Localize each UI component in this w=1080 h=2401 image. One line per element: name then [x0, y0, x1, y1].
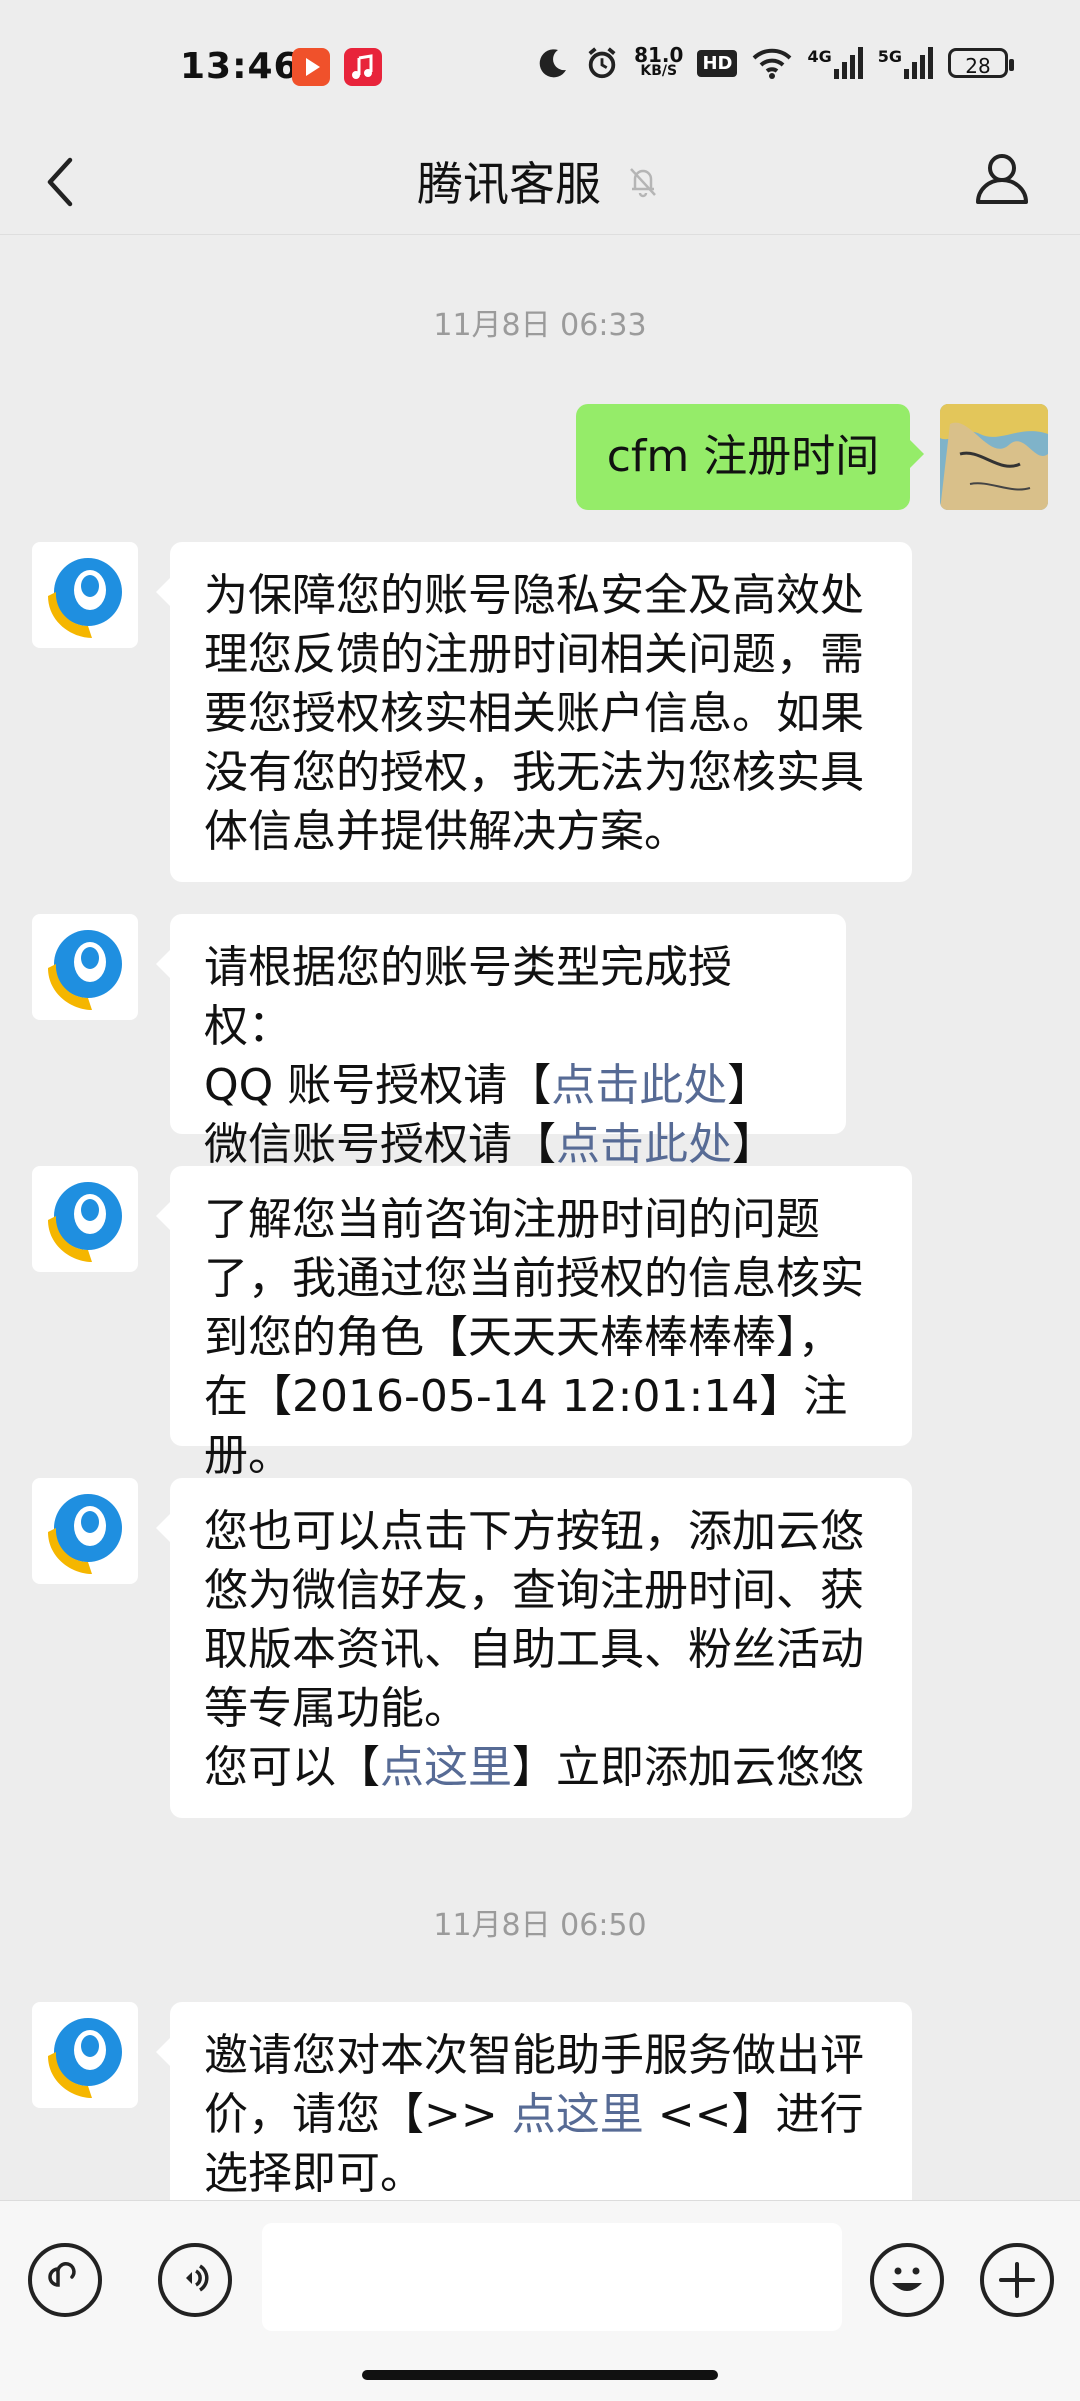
emoji-button[interactable]	[870, 2243, 944, 2317]
timestamp: 11月8日 06:33	[433, 308, 647, 343]
profile-icon[interactable]	[970, 146, 1034, 210]
battery-icon: 28	[948, 48, 1014, 78]
bot-message[interactable]: 为保障您的账号隐私安全及高效处理您反馈的注册时间相关问题，需要您授权核实相关账户…	[156, 542, 912, 882]
qq-auth-prefix: QQ 账号授权请【	[204, 1060, 552, 1111]
add-friend-line: 您可以【点这里】立即添加云悠悠	[204, 1738, 878, 1797]
plus-icon	[999, 2262, 1035, 2298]
hd-badge: HD	[697, 49, 738, 77]
wechat-auth-prefix: 微信账号授权请【	[204, 1119, 556, 1170]
music-app-icon	[344, 48, 382, 86]
net-speed: 81.0 KB/S	[634, 43, 684, 79]
signal-bars-icon	[904, 47, 933, 79]
status-bar: 13:46 81.0 KB/S HD 4G 5G 28	[0, 0, 1080, 130]
add-friend-body: 您也可以点击下方按钮，添加云悠悠为微信好友，查询注册时间、获取版本资讯、自助工具…	[204, 1506, 864, 1734]
wechat-auth-link[interactable]: 点击此处	[556, 1119, 732, 1170]
chat-title: 腾讯客服	[417, 157, 601, 211]
add-friend-link[interactable]: 点这里	[380, 1742, 512, 1793]
mute-bell-icon	[630, 168, 656, 198]
auth-instruction: 请根据您的账号类型完成授权：	[204, 942, 732, 1052]
bot-avatar[interactable]	[32, 542, 138, 648]
bot-message-add-friend[interactable]: 您也可以点击下方按钮，添加云悠悠为微信好友，查询注册时间、获取版本资讯、自助工具…	[156, 1478, 912, 1818]
wifi-icon	[753, 48, 792, 79]
battery-level: 28	[965, 54, 991, 78]
more-button[interactable]	[980, 2243, 1054, 2317]
timestamp: 11月8日 06:50	[433, 1908, 647, 1943]
mini-program-icon	[48, 2262, 76, 2287]
video-app-icon	[292, 48, 330, 86]
signal-5g: 5G	[878, 47, 934, 79]
qq-auth-suffix: 】	[727, 1060, 772, 1111]
status-icons: 81.0 KB/S HD 4G 5G 28	[536, 43, 1014, 80]
voice-button[interactable]	[158, 2243, 232, 2317]
mini-program-button[interactable]	[28, 2243, 102, 2317]
qq-bot-logo-icon	[48, 1494, 122, 1574]
home-indicator[interactable]	[362, 2370, 718, 2380]
bot-avatar[interactable]	[32, 1478, 138, 1584]
qq-auth-line: QQ 账号授权请【点击此处】	[204, 1056, 812, 1115]
bot-message-register-time[interactable]: 了解您当前咨询注册时间的问题了，我通过您当前授权的信息核实到您的角色【天天天棒棒…	[156, 1166, 912, 1481]
add-friend-suffix: 】立即添加云悠悠	[512, 1742, 864, 1793]
alarm-icon	[588, 47, 616, 79]
bot-avatar[interactable]	[32, 2002, 138, 2108]
signal-5g-label: 5G	[877, 47, 902, 66]
chat-title-area: 腾讯客服	[0, 148, 1080, 214]
bot-avatar[interactable]	[32, 914, 138, 1020]
qq-bot-logo-icon	[48, 930, 122, 1010]
rating-link[interactable]: 点这里	[512, 2089, 644, 2140]
bot-avatar[interactable]	[32, 1166, 138, 1272]
qq-bot-logo-icon	[48, 1182, 122, 1262]
emoji-icon	[892, 2267, 922, 2291]
net-speed-unit: KB/S	[640, 63, 678, 79]
signal-4g: 4G	[807, 47, 863, 79]
qq-bot-logo-icon	[48, 2018, 122, 2098]
chat-header: 腾讯客服	[0, 130, 1080, 235]
my-message-bubble[interactable]: cfm 注册时间	[576, 404, 924, 510]
net-speed-value: 81.0	[634, 43, 684, 67]
signal-4g-label: 4G	[807, 47, 832, 66]
wechat-auth-suffix: 】	[732, 1119, 776, 1170]
qq-auth-link[interactable]: 点击此处	[551, 1060, 727, 1111]
status-time: 13:46	[180, 46, 300, 87]
my-avatar[interactable]	[940, 404, 1048, 510]
add-friend-prefix: 您可以【	[204, 1742, 380, 1793]
bot-message-auth[interactable]: 请根据您的账号类型完成授权： QQ 账号授权请【点击此处】 微信账号授权请【点击…	[156, 914, 846, 1170]
message-input[interactable]	[262, 2223, 842, 2331]
signal-bars-icon	[833, 47, 863, 79]
qq-bot-logo-icon	[48, 558, 122, 638]
voice-icon	[186, 2264, 209, 2292]
moon-icon	[539, 49, 567, 78]
